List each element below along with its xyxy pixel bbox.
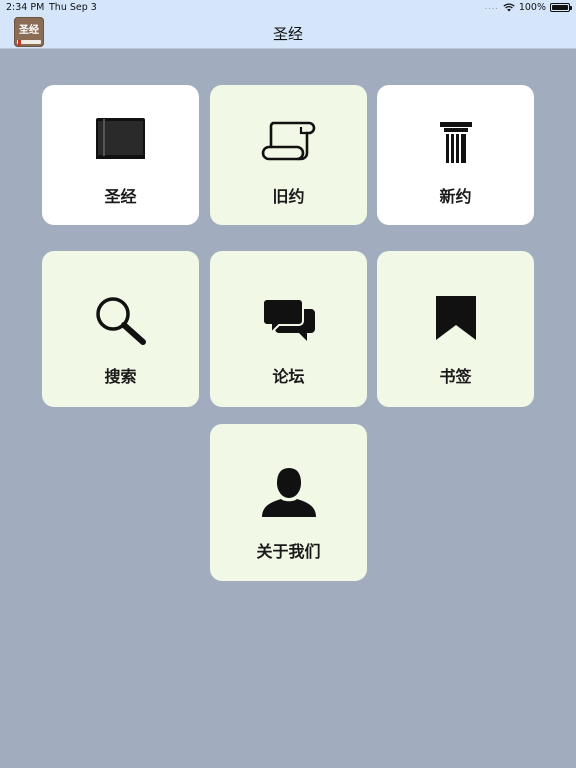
- tile-label: 新约: [439, 187, 472, 206]
- tile-label: 关于我们: [256, 542, 321, 561]
- tile-label: 圣经: [104, 187, 137, 206]
- tile-forum[interactable]: 论坛: [210, 251, 367, 407]
- magnifier-icon: [95, 297, 146, 345]
- battery-icon: [550, 3, 572, 12]
- signal-dots-icon: ....: [484, 1, 499, 11]
- tile-about-us[interactable]: 关于我们: [210, 424, 367, 581]
- tile-label: 旧约: [272, 187, 305, 206]
- pillar-icon: [439, 122, 472, 163]
- scroll-icon: [261, 121, 315, 161]
- status-bar: 2:34 PM Thu Sep 3 .... 100%: [0, 0, 576, 16]
- book-icon: [95, 118, 145, 159]
- person-icon: [261, 468, 316, 517]
- chat-bubbles-icon: [261, 298, 315, 341]
- tile-bible[interactable]: 圣经: [42, 85, 199, 225]
- bookmark-icon: [435, 296, 476, 340]
- wifi-icon: [503, 3, 515, 12]
- tile-bookmarks[interactable]: 书签: [377, 251, 534, 407]
- status-date: Thu Sep 3: [49, 2, 97, 13]
- battery-percent: 100%: [518, 2, 546, 13]
- status-right: .... 100%: [484, 1, 572, 13]
- page-title: 圣经: [272, 25, 303, 43]
- tile-old-testament[interactable]: 旧约: [210, 85, 367, 225]
- tile-search[interactable]: 搜索: [42, 251, 199, 407]
- tile-label: 搜索: [104, 367, 137, 386]
- tile-new-testament[interactable]: 新约: [377, 85, 534, 225]
- tile-label: 书签: [439, 367, 472, 386]
- status-time: 2:34 PM: [6, 2, 45, 13]
- navigation-bar: 2:34 PM Thu Sep 3 .... 100% 圣经 圣经: [0, 0, 576, 49]
- tile-label: 论坛: [272, 367, 305, 386]
